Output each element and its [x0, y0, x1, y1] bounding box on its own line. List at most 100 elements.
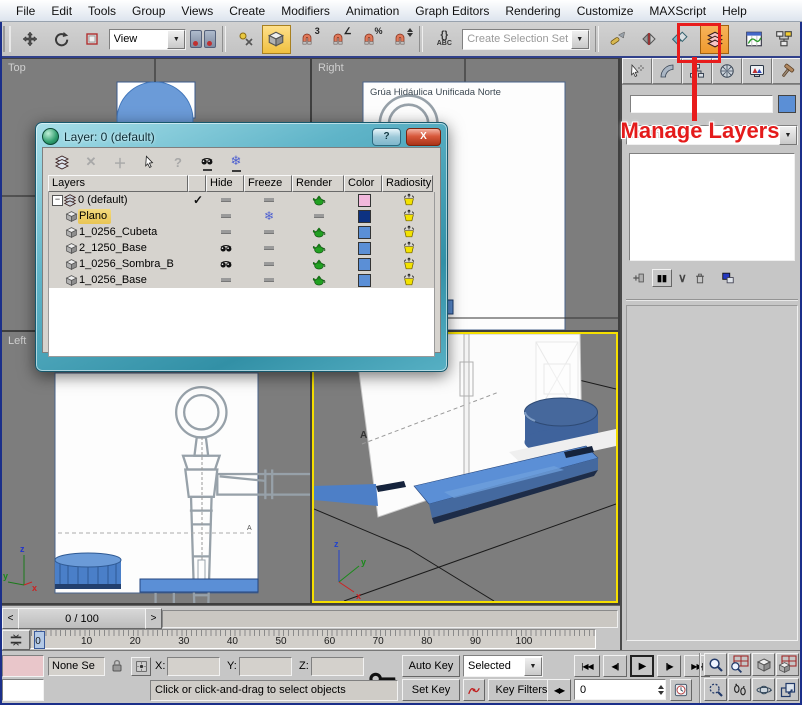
- freeze-unfreeze-all-button[interactable]: ❄: [227, 153, 245, 172]
- current-layer-cell[interactable]: [189, 256, 207, 272]
- select-move-button[interactable]: [16, 25, 45, 54]
- layer-color-swatch[interactable]: [358, 226, 371, 239]
- layer-color-swatch[interactable]: [358, 274, 371, 287]
- percent-snap-button[interactable]: %: [355, 25, 384, 54]
- go-to-start-button[interactable]: |◀◀: [574, 655, 600, 677]
- radiosity-cell[interactable]: [383, 272, 434, 288]
- menu-item-group[interactable]: Group: [124, 2, 173, 20]
- select-manipulate-button[interactable]: [231, 25, 260, 54]
- layer-row[interactable]: 1_0256_Sombra_B: [49, 256, 434, 272]
- radiosity-cell[interactable]: [383, 208, 434, 224]
- current-layer-cell[interactable]: [189, 272, 207, 288]
- menu-item-views[interactable]: Views: [173, 2, 221, 20]
- remove-modifier-icon[interactable]: [693, 271, 707, 285]
- column-header-freeze[interactable]: Freeze: [244, 175, 292, 192]
- time-configuration-button[interactable]: [670, 679, 692, 701]
- freeze-toggle-cell[interactable]: [245, 192, 293, 208]
- arc-rotate-button[interactable]: [752, 678, 775, 701]
- spinner-snap-button[interactable]: [386, 25, 415, 54]
- snaps-toggle-button[interactable]: [262, 25, 291, 54]
- y-coord-field[interactable]: [239, 657, 292, 676]
- previous-frame-button[interactable]: ◀||: [603, 655, 627, 677]
- configure-modifier-sets-icon[interactable]: [721, 271, 735, 285]
- layer-color-swatch[interactable]: [358, 242, 371, 255]
- freeze-toggle-cell[interactable]: [245, 224, 293, 240]
- maximize-viewport-toggle[interactable]: [776, 678, 799, 701]
- select-scale-button[interactable]: [78, 25, 107, 54]
- dialog-close-button[interactable]: X: [406, 128, 441, 146]
- layer-row[interactable]: 2_1250_Base: [49, 240, 434, 256]
- zoom-extents-button[interactable]: [752, 653, 775, 676]
- add-to-layer-button[interactable]: ＋: [111, 153, 129, 172]
- pin-stack-icon[interactable]: [632, 271, 646, 285]
- tab-utilities[interactable]: [772, 58, 802, 84]
- hide-toggle-cell[interactable]: [207, 192, 245, 208]
- zoom-extents-all-button[interactable]: [776, 653, 799, 676]
- previous-frame-arrow[interactable]: <: [2, 608, 19, 629]
- hide-toggle-cell[interactable]: [207, 272, 245, 288]
- pan-button[interactable]: [728, 678, 751, 701]
- absolute-offset-toggle[interactable]: [131, 657, 151, 676]
- object-color-swatch[interactable]: [778, 95, 796, 113]
- layer-name-cell[interactable]: 1_0256_Cubeta: [49, 224, 189, 240]
- auto-key-button[interactable]: Auto Key: [402, 655, 460, 677]
- schematic-view-button[interactable]: [770, 25, 799, 54]
- use-pivot-center-button[interactable]: [188, 25, 217, 54]
- radiosity-cell[interactable]: [383, 192, 434, 208]
- default-in-out-tangents-button[interactable]: [463, 679, 485, 701]
- next-frame-arrow[interactable]: >: [145, 608, 162, 629]
- menu-item-maxscript[interactable]: MAXScript: [641, 2, 714, 20]
- layer-row[interactable]: Plano❄: [49, 208, 434, 224]
- layer-name-cell[interactable]: 1_0256_Base: [49, 272, 189, 288]
- menu-item-customize[interactable]: Customize: [569, 2, 642, 20]
- layer-name-cell[interactable]: −0 (default): [49, 192, 189, 208]
- named-selection-sets-button[interactable]: {} ABC: [428, 25, 460, 54]
- layer-name-cell[interactable]: Plano: [49, 208, 189, 224]
- color-cell[interactable]: [345, 272, 383, 288]
- freeze-toggle-cell[interactable]: [245, 256, 293, 272]
- color-cell[interactable]: [345, 240, 383, 256]
- hide-toggle-cell[interactable]: [207, 224, 245, 240]
- layer-color-swatch[interactable]: [358, 258, 371, 271]
- column-header-render[interactable]: Render: [292, 175, 344, 192]
- radiosity-cell[interactable]: [383, 256, 434, 272]
- viewport-left[interactable]: Left A z y x: [2, 332, 310, 603]
- macro-recorder-line[interactable]: [2, 655, 44, 677]
- render-toggle-cell[interactable]: [293, 272, 345, 288]
- current-layer-cell[interactable]: [189, 224, 207, 240]
- current-frame-field[interactable]: 0: [574, 679, 666, 700]
- menu-item-tools[interactable]: Tools: [80, 2, 124, 20]
- time-slider[interactable]: 0 / 100: [18, 608, 146, 629]
- snap-3d-button[interactable]: 3: [293, 25, 322, 54]
- menu-item-graph-editors[interactable]: Graph Editors: [407, 2, 497, 20]
- radiosity-cell[interactable]: [383, 224, 434, 240]
- delete-layer-button[interactable]: ✕: [82, 154, 100, 170]
- frame-spinner[interactable]: [656, 682, 665, 698]
- set-key-button[interactable]: Set Key: [402, 679, 460, 701]
- menu-item-edit[interactable]: Edit: [43, 2, 80, 20]
- selection-set-arrow[interactable]: ▼: [571, 30, 589, 49]
- select-highlighted-button[interactable]: [140, 155, 158, 169]
- column-header-radiosity[interactable]: Radiosity: [382, 175, 433, 192]
- key-selection-arrow[interactable]: ▼: [524, 657, 542, 676]
- render-toggle-cell[interactable]: [293, 256, 345, 272]
- current-layer-cell[interactable]: [189, 240, 207, 256]
- modifier-stack-list[interactable]: [629, 153, 795, 261]
- layer-color-swatch[interactable]: [358, 194, 371, 207]
- current-layer-cell[interactable]: [189, 208, 207, 224]
- column-header-hide[interactable]: Hide: [206, 175, 244, 192]
- open-mini-curve-editor-button[interactable]: [2, 630, 30, 650]
- column-header-color[interactable]: Color: [344, 175, 382, 192]
- play-button[interactable]: ▶: [630, 655, 654, 677]
- make-unique-icon[interactable]: ∨: [678, 271, 687, 285]
- maxscript-listener-line[interactable]: [2, 679, 44, 701]
- hide-toggle-cell[interactable]: [207, 208, 245, 224]
- color-cell[interactable]: [345, 192, 383, 208]
- color-cell[interactable]: [345, 256, 383, 272]
- menu-item-animation[interactable]: Animation: [338, 2, 407, 20]
- toolbar-grip[interactable]: [3, 26, 11, 52]
- render-toggle-cell[interactable]: [293, 208, 345, 224]
- menu-item-rendering[interactable]: Rendering: [497, 2, 568, 20]
- create-new-layer-button[interactable]: [53, 154, 71, 170]
- next-frame-button[interactable]: ||▶: [657, 655, 681, 677]
